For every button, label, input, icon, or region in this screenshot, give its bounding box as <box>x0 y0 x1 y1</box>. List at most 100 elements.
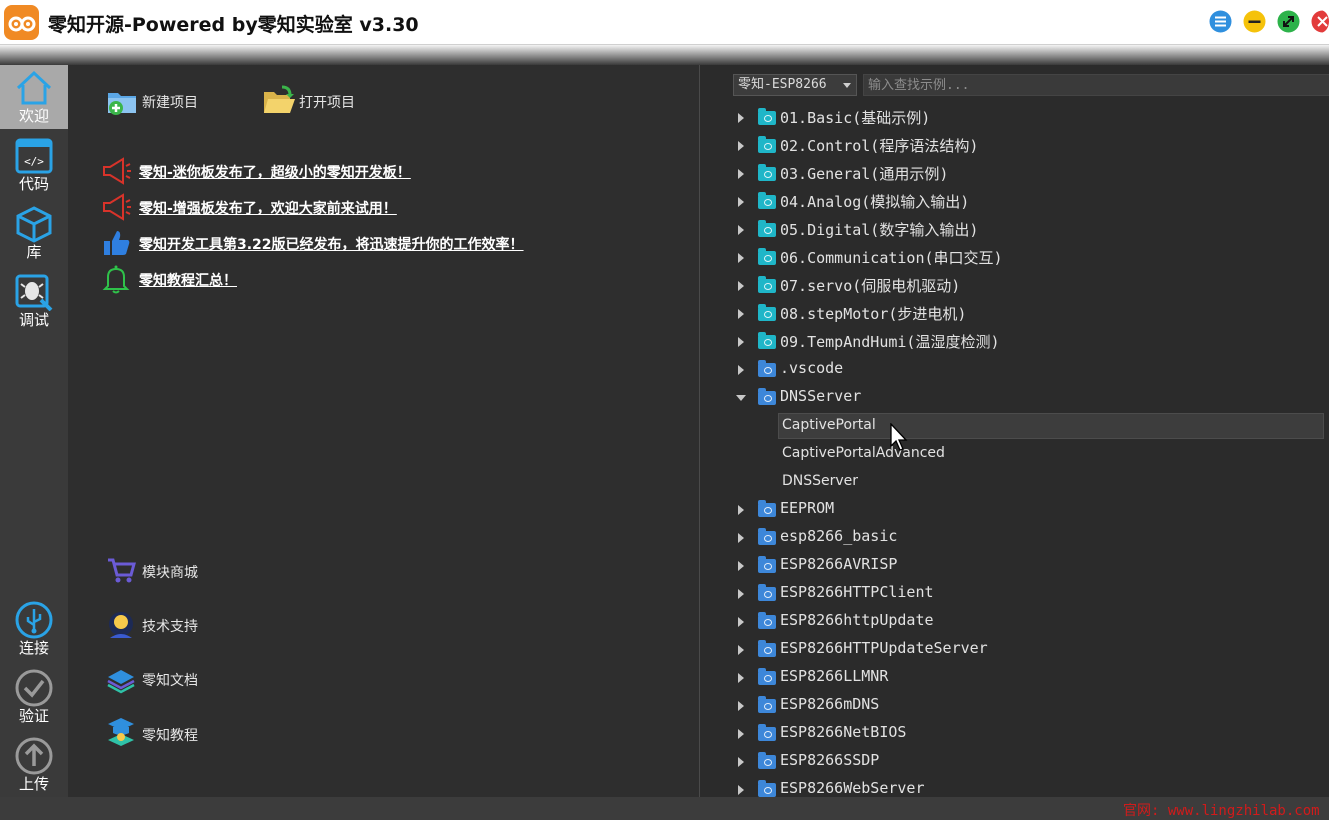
expand-arrow-right-icon[interactable] <box>738 337 744 347</box>
expand-arrow-right-icon[interactable] <box>738 141 744 151</box>
expand-arrow-right-icon[interactable] <box>738 113 744 123</box>
nav-item-welcome[interactable]: 欢迎 <box>0 65 68 129</box>
tree-folder-label: ESP8266NetBIOS <box>780 723 907 741</box>
tree-folder-row[interactable]: 08.stepMotor(步进电机) <box>701 300 1329 328</box>
expand-arrow-right-icon[interactable] <box>738 505 744 515</box>
expand-arrow-right-icon[interactable] <box>738 225 744 235</box>
expand-arrow-down-icon[interactable] <box>736 395 746 401</box>
tree-folder-row[interactable]: 04.Analog(模拟输入输出) <box>701 188 1329 216</box>
expand-arrow-right-icon[interactable] <box>738 757 744 767</box>
folder-icon <box>758 724 776 741</box>
folder-icon <box>758 696 776 713</box>
tree-folder-row[interactable]: 01.Basic(基础示例) <box>701 104 1329 132</box>
tree-folder-row[interactable]: 07.servo(伺服电机驱动) <box>701 272 1329 300</box>
news-link-release[interactable]: 零知开发工具第3.22版已经发布，将迅速提升你的工作效率！ <box>139 234 524 254</box>
news-link-mini-board[interactable]: 零知-迷你板发布了，超级小的零知开发板！ <box>139 162 411 182</box>
menu-button[interactable] <box>1209 10 1232 33</box>
link-tech-support[interactable]: 技术支持 <box>106 610 226 640</box>
expand-arrow-right-icon[interactable] <box>738 169 744 179</box>
support-icon <box>109 612 133 638</box>
open-folder-icon <box>264 85 295 113</box>
svg-text:</>: </> <box>24 155 44 168</box>
tree-folder-label: 07.servo(伺服电机驱动) <box>780 277 961 295</box>
tree-folder-row[interactable]: ESP8266HTTPUpdateServer <box>701 636 1329 664</box>
expand-arrow-right-icon[interactable] <box>738 589 744 599</box>
tree-folder-row[interactable]: esp8266_basic <box>701 524 1329 552</box>
folder-icon <box>758 584 776 601</box>
megaphone-icon <box>103 157 131 185</box>
tree-folder-row[interactable]: 05.Digital(数字输入输出) <box>701 216 1329 244</box>
expand-arrow-right-icon[interactable] <box>738 729 744 739</box>
tree-folder-row[interactable]: EEPROM <box>701 496 1329 524</box>
tree-folder-row[interactable]: ESP8266mDNS <box>701 692 1329 720</box>
tree-folder-row[interactable]: 09.TempAndHumi(温湿度检测) <box>701 328 1329 356</box>
nav-label-verify: 验证 <box>18 707 49 725</box>
expand-arrow-right-icon[interactable] <box>738 533 744 543</box>
tree-folder-row[interactable]: ESP8266httpUpdate <box>701 608 1329 636</box>
code-icon: </> <box>15 138 53 174</box>
folder-icon <box>758 780 776 797</box>
maximize-button[interactable] <box>1277 10 1300 33</box>
expand-arrow-right-icon[interactable] <box>738 785 744 795</box>
board-select[interactable]: 零知-ESP8266 <box>733 74 857 96</box>
tree-folder-label: ESP8266httpUpdate <box>780 611 934 629</box>
link-tutorials[interactable]: 零知教程 <box>106 716 226 750</box>
expand-arrow-right-icon[interactable] <box>738 365 744 375</box>
folder-icon <box>758 108 776 125</box>
nav-label-library: 库 <box>26 243 42 261</box>
tree-folder-row[interactable]: ESP8266NetBIOS <box>701 720 1329 748</box>
nav-item-code[interactable]: </> 代码 <box>0 133 68 197</box>
tree-folder-row[interactable]: ESP8266AVRISP <box>701 552 1329 580</box>
tree-folder-label: 01.Basic(基础示例) <box>780 109 931 127</box>
nav-label-upload: 上传 <box>18 775 49 793</box>
link-module-store[interactable]: 模块商城 <box>106 556 226 586</box>
nav-item-connect[interactable]: 连接 <box>0 597 68 661</box>
link-docs[interactable]: 零知文档 <box>106 664 226 694</box>
nav-item-verify[interactable]: 验证 <box>0 665 68 729</box>
expand-arrow-right-icon[interactable] <box>738 645 744 655</box>
folder-icon <box>758 192 776 209</box>
tree-folder-label: 05.Digital(数字输入输出) <box>780 221 979 239</box>
expand-arrow-right-icon[interactable] <box>738 561 744 571</box>
nav-item-library[interactable]: 库 <box>0 201 68 265</box>
news-link-enhanced-board[interactable]: 零知-增强板发布了，欢迎大家前来试用！ <box>139 198 397 218</box>
tree-folder-row[interactable]: 03.General(通用示例) <box>701 160 1329 188</box>
nav-item-upload[interactable]: 上传 <box>0 733 68 797</box>
news-link-tutorials[interactable]: 零知教程汇总！ <box>139 270 237 290</box>
new-project-button[interactable]: 新建项目 <box>106 83 236 119</box>
expand-arrow-right-icon[interactable] <box>738 701 744 711</box>
minimize-button[interactable] <box>1243 10 1266 33</box>
tree-folder-row[interactable]: 02.Control(程序语法结构) <box>701 132 1329 160</box>
welcome-panel: 新建项目 打开项目 零知-迷你板发布了，超级小的零知开发板！ 零知-增强板发布了… <box>68 65 700 797</box>
tree-folder-row[interactable]: ESP8266HTTPClient <box>701 580 1329 608</box>
folder-icon <box>758 304 776 321</box>
examples-panel: 零知-ESP8266 01.Basic(基础示例) 02.Control(程序语法… <box>701 65 1329 797</box>
expand-arrow-right-icon[interactable] <box>738 197 744 207</box>
chevron-down-icon <box>843 83 851 88</box>
tree-folder-row[interactable]: 06.Communication(串口交互) <box>701 244 1329 272</box>
expand-arrow-right-icon[interactable] <box>738 617 744 627</box>
expand-arrow-right-icon[interactable] <box>738 253 744 263</box>
open-project-button[interactable]: 打开项目 <box>262 83 392 119</box>
thumbs-up-icon <box>104 231 130 255</box>
tree-folder-row[interactable]: ESP8266SSDP <box>701 748 1329 776</box>
maximize-icon <box>1277 10 1300 33</box>
tree-folder-row[interactable]: ESP8266LLMNR <box>701 664 1329 692</box>
tree-folder-row[interactable]: DNSServer <box>701 384 1329 412</box>
expand-arrow-right-icon[interactable] <box>738 673 744 683</box>
example-search-input[interactable] <box>863 74 1329 96</box>
tree-example-row[interactable]: DNSServer <box>701 468 1329 496</box>
tree-example-row[interactable]: CaptivePortalAdvanced <box>701 440 1329 468</box>
nav-item-debug[interactable]: 调试 <box>0 269 68 333</box>
expand-arrow-right-icon[interactable] <box>738 281 744 291</box>
bell-icon <box>102 265 130 294</box>
home-icon <box>16 70 52 105</box>
tree-example-row[interactable]: CaptivePortal <box>701 412 1329 440</box>
close-button[interactable] <box>1311 10 1329 33</box>
expand-arrow-right-icon[interactable] <box>738 309 744 319</box>
link-tech-support-label: 技术支持 <box>142 619 198 635</box>
new-project-label: 新建项目 <box>142 95 198 111</box>
new-folder-icon <box>108 93 136 115</box>
tree-folder-row[interactable]: .vscode <box>701 356 1329 384</box>
tree-folder-label: 08.stepMotor(步进电机) <box>780 305 967 323</box>
